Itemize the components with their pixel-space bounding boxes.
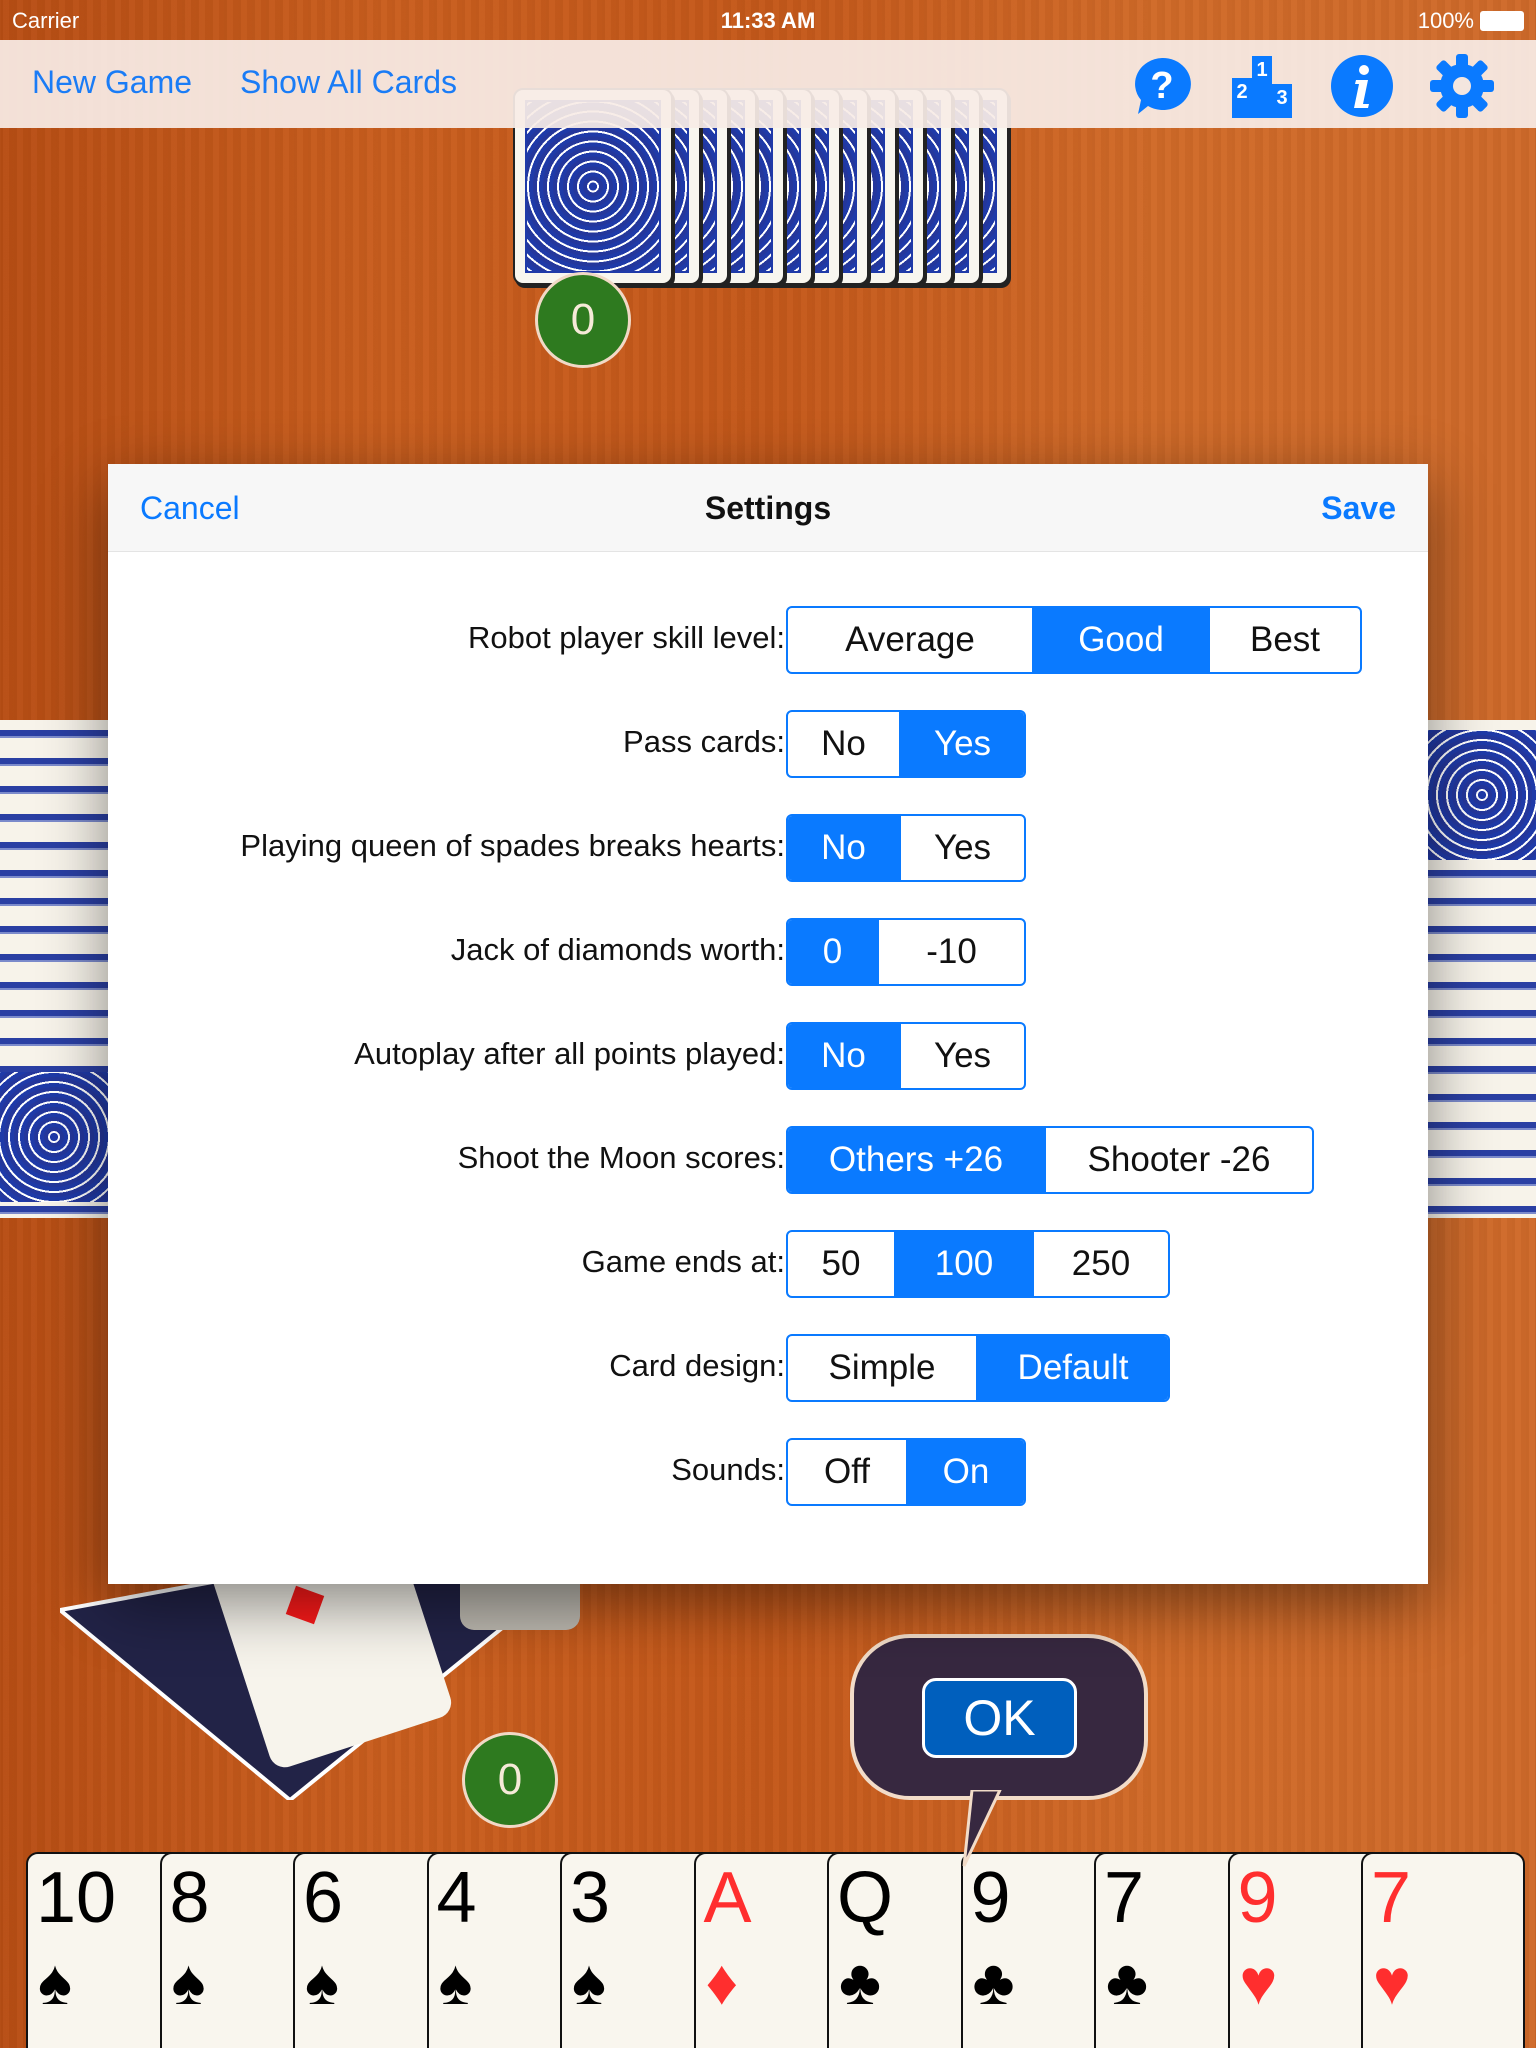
setting-label: Playing queen of spades breaks hearts:: [240, 828, 785, 863]
bubble-tail: [962, 1790, 1002, 1867]
left-player-hand: [0, 720, 108, 1218]
card-rank: 7: [1104, 1858, 1145, 1938]
card-suit-icon: ♣: [972, 1946, 1015, 2018]
right-player-hand: [1428, 720, 1536, 1218]
segment-option[interactable]: Others +26: [788, 1128, 1044, 1192]
svg-text:2: 2: [1236, 81, 1247, 103]
segment-option[interactable]: No: [788, 816, 899, 880]
segmented-control[interactable]: 0 -10: [786, 918, 1026, 986]
new-game-button[interactable]: New Game: [32, 64, 192, 101]
segment-option[interactable]: 100: [894, 1232, 1032, 1296]
setting-label: Card design:: [609, 1348, 785, 1383]
show-all-cards-button[interactable]: Show All Cards: [240, 64, 457, 101]
clock: 11:33 AM: [720, 8, 816, 33]
card-suit-icon: ♠: [171, 1946, 206, 2018]
card-rank: 8: [169, 1858, 210, 1938]
settings-title: Settings: [704, 490, 832, 526]
status-bar: Carrier 11:33 AM 100%: [0, 0, 1536, 40]
save-button[interactable]: Save: [1321, 490, 1396, 527]
segment-option[interactable]: Average: [788, 608, 1032, 672]
player-hand: 10 ♠ 8 ♠ 6 ♠ 4 ♠ 3 ♠ A ♦ Q ♣ 9 ♣ 7 ♣ 9 ♥ 7 ♥: [0, 1852, 1536, 2048]
battery-icon: [1480, 11, 1524, 31]
segment-option[interactable]: Good: [1032, 608, 1208, 672]
bottom-player-score: 0: [462, 1732, 558, 1828]
setting-label: Sounds:: [671, 1452, 785, 1487]
setting-row: Autoplay after all points played: No Yes: [108, 1022, 1428, 1090]
setting-label: Autoplay after all points played:: [354, 1036, 785, 1071]
card-suit-icon: ♣: [1106, 1946, 1148, 2018]
segmented-control[interactable]: No Yes: [786, 814, 1026, 882]
setting-row: Shoot the Moon scores: Others +26 Shooter …: [108, 1126, 1428, 1194]
card-rank: Q: [837, 1858, 894, 1938]
segmented-control[interactable]: 50 100 250: [786, 1230, 1170, 1298]
segment-option[interactable]: 250: [1032, 1232, 1168, 1296]
card-rank: 7: [1371, 1858, 1412, 1938]
segment-option[interactable]: No: [788, 712, 899, 776]
segment-option[interactable]: Simple: [788, 1336, 976, 1400]
setting-label: Jack of diamonds worth:: [450, 932, 785, 967]
setting-row: Jack of diamonds worth: 0 -10: [108, 918, 1428, 986]
setting-row: Pass cards: No Yes: [108, 710, 1428, 778]
card-rank: 3: [570, 1858, 611, 1938]
card-suit-icon: ♥: [1239, 1946, 1278, 2018]
segment-option[interactable]: -10: [877, 920, 1024, 984]
segment-option[interactable]: Off: [788, 1440, 906, 1504]
svg-text:3: 3: [1276, 87, 1287, 109]
segment-option[interactable]: On: [906, 1440, 1024, 1504]
card-rank: 10: [36, 1858, 117, 1938]
card-suit-icon: ♦: [705, 1946, 739, 2018]
segmented-control[interactable]: No Yes: [786, 1022, 1026, 1090]
segment-option[interactable]: Yes: [899, 816, 1024, 880]
segment-option[interactable]: Default: [976, 1336, 1168, 1400]
card-suit-icon: ♠: [38, 1946, 72, 2018]
setting-label: Robot player skill level:: [467, 620, 785, 655]
segment-option[interactable]: Yes: [899, 712, 1024, 776]
hand-card[interactable]: 7 ♥: [1361, 1852, 1525, 2048]
gear-icon[interactable]: [1430, 54, 1494, 118]
card-rank: A: [703, 1858, 752, 1938]
setting-row: Robot player skill level: Average Good Best: [108, 606, 1428, 674]
card-suit-icon: ♠: [438, 1946, 473, 2018]
settings-header: Cancel Settings Save: [108, 464, 1428, 552]
help-icon[interactable]: ?: [1130, 54, 1194, 118]
segmented-control[interactable]: Others +26 Shooter -26: [786, 1126, 1314, 1194]
card-rank: 9: [970, 1858, 1011, 1938]
pass-speech-bubble: OK: [850, 1634, 1148, 1800]
card-suit-icon: ♣: [839, 1946, 881, 2018]
segment-option[interactable]: 0: [788, 920, 877, 984]
info-icon[interactable]: [1330, 54, 1394, 118]
segment-option[interactable]: Yes: [899, 1024, 1024, 1088]
setting-row: Card design: Simple Default: [108, 1334, 1428, 1402]
segment-option[interactable]: Best: [1208, 608, 1360, 672]
setting-row: Playing queen of spades breaks hearts: No…: [108, 814, 1428, 882]
segmented-control[interactable]: Average Good Best: [786, 606, 1362, 674]
setting-row: Sounds: Off On: [108, 1438, 1428, 1506]
card-rank: 6: [303, 1858, 344, 1938]
card-suit-icon: ♠: [305, 1946, 339, 2018]
battery-percent: 100%: [1417, 8, 1474, 33]
top-player-score: 0: [535, 272, 631, 368]
segment-option[interactable]: Shooter -26: [1044, 1128, 1312, 1192]
card-suit-icon: ♠: [572, 1946, 606, 2018]
setting-label: Shoot the Moon scores:: [457, 1140, 785, 1175]
segmented-control[interactable]: Simple Default: [786, 1334, 1170, 1402]
segmented-control[interactable]: No Yes: [786, 710, 1026, 778]
setting-label: Game ends at:: [581, 1244, 785, 1279]
card-suit-icon: ♥: [1373, 1946, 1411, 2018]
leaderboard-icon[interactable]: 213: [1230, 54, 1294, 118]
segment-option[interactable]: 50: [788, 1232, 894, 1296]
segmented-control[interactable]: Off On: [786, 1438, 1026, 1506]
segment-option[interactable]: No: [788, 1024, 899, 1088]
ok-button[interactable]: OK: [922, 1678, 1077, 1758]
settings-dialog: Cancel Settings Save Robot player skill …: [108, 464, 1428, 1584]
svg-text:1: 1: [1256, 59, 1267, 81]
setting-label: Pass cards:: [623, 724, 785, 759]
setting-row: Game ends at: 50 100 250: [108, 1230, 1428, 1298]
card-rank: 9: [1237, 1858, 1278, 1938]
card-rank: 4: [436, 1858, 477, 1938]
svg-text:?: ?: [1150, 65, 1173, 107]
toolbar: New Game Show All Cards ? 213: [0, 40, 1536, 128]
